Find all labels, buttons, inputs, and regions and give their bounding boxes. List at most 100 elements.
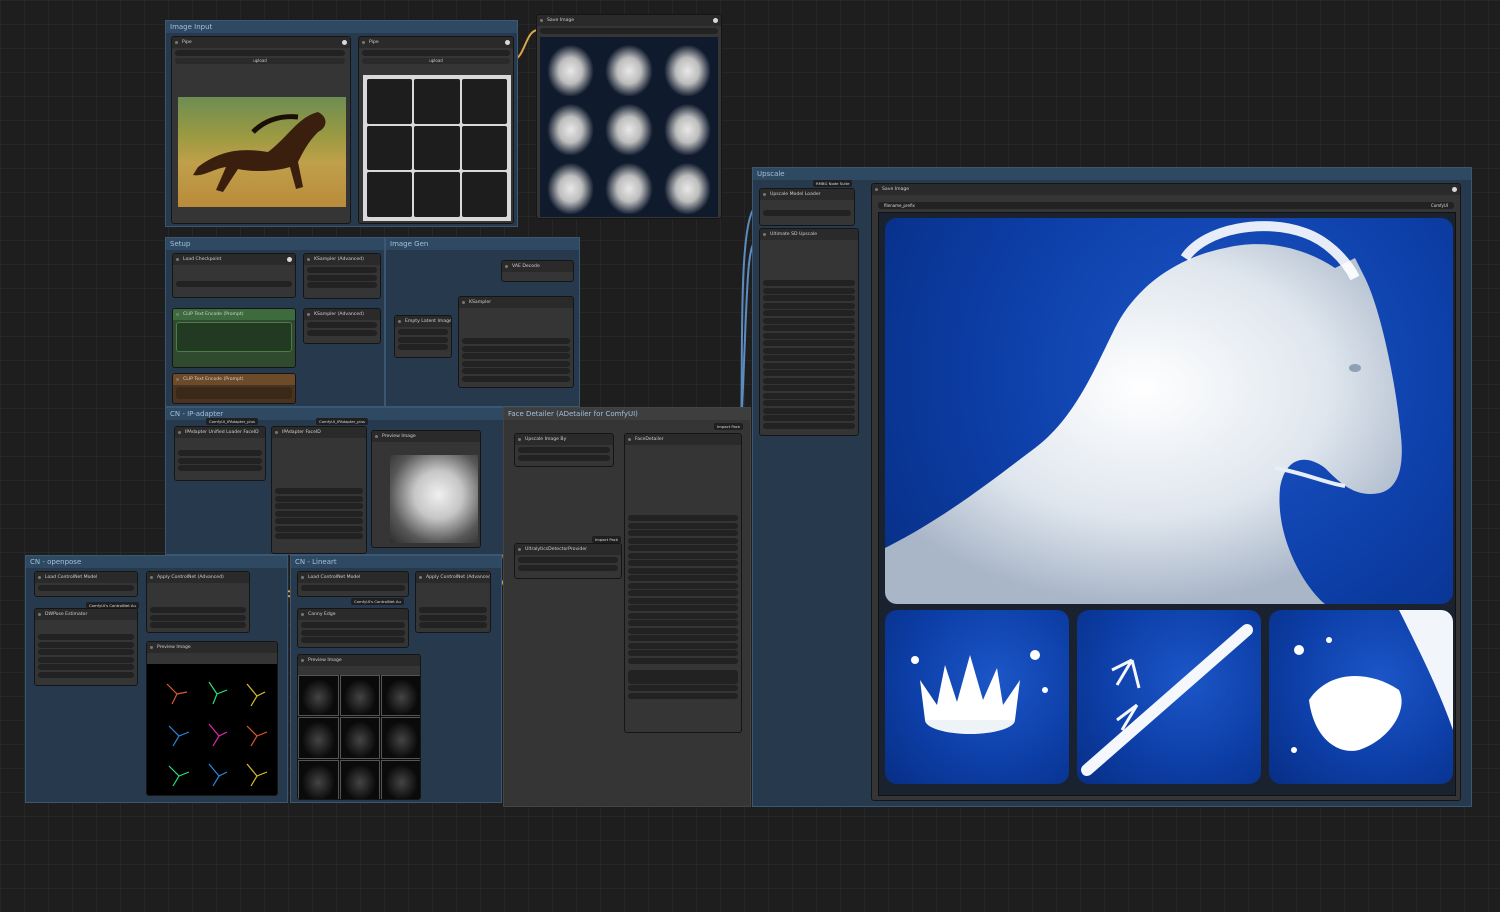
input-horse-photo: [178, 97, 346, 207]
node-title: KSampler (Advanced): [304, 309, 380, 320]
node-title: KSampler (Advanced): [304, 254, 380, 265]
group-cn-openpose[interactable]: CN - openpose Load ControlNet Model Comf…: [25, 555, 288, 803]
node-title: Pipe: [172, 37, 350, 48]
openpose-skeleton-grid: [147, 664, 277, 795]
node-title: IPAdapter Unified Loader FaceID: [175, 427, 265, 438]
upload-button[interactable]: upload: [175, 57, 345, 64]
node-title: Canny Edge: [298, 609, 408, 620]
node-title: IPAdapter FaceID: [272, 427, 366, 438]
image-select-field[interactable]: [362, 50, 510, 56]
node-pipe-sketch[interactable]: Pipe upload: [358, 36, 514, 224]
node-preview-ip[interactable]: Preview Image: [371, 430, 481, 548]
group-cn-lineart[interactable]: CN - Lineart Load ControlNet Model Comfy…: [290, 555, 502, 803]
node-title: Save Image: [872, 184, 1460, 195]
positive-prompt-textarea[interactable]: [176, 322, 292, 352]
upload-button[interactable]: upload: [362, 57, 510, 64]
rmbg-suite-label: RMBG Node Suite: [813, 180, 853, 187]
group-title: CN - openpose: [26, 556, 287, 568]
milk-crown-splash-image: [885, 610, 1069, 784]
node-title: Ultimate SD Upscale: [760, 229, 858, 240]
group-title: Face Detailer (ADetailer for ComfyUI): [504, 408, 750, 420]
node-preview-lineart[interactable]: Preview Image: [297, 654, 421, 800]
group-face-detailer[interactable]: Face Detailer (ADetailer for ComfyUI) Im…: [503, 407, 751, 807]
node-title: Preview Image: [372, 431, 480, 442]
node-apply-controlnet-la[interactable]: Apply ControlNet (Advanced): [415, 571, 491, 633]
node-title: Load Checkpoint: [173, 254, 295, 265]
node-face-detailer[interactable]: FaceDetailer: [624, 433, 742, 733]
negative-prompt-textarea[interactable]: [176, 387, 292, 399]
node-title: Load ControlNet Model: [35, 572, 137, 583]
group-title: CN - Lineart: [291, 556, 501, 568]
milk-splash-pour-image: [1269, 610, 1453, 784]
node-title: FaceDetailer: [625, 434, 741, 445]
controlnet-aux-label-2: ComfyUI's ControlNet Au: [351, 598, 404, 605]
impact-pack-label-2: Impact Pack: [592, 536, 622, 543]
node-dwpose[interactable]: DWPose Estimator: [34, 608, 138, 686]
node-apply-controlnet-op[interactable]: Apply ControlNet (Advanced): [146, 571, 250, 633]
node-ksampler[interactable]: KSampler: [458, 296, 574, 388]
node-load-controlnet-la[interactable]: Load ControlNet Model: [297, 571, 409, 597]
node-title: Load ControlNet Model: [298, 572, 408, 583]
ckpt-name-field[interactable]: [176, 281, 292, 287]
collapse-dot-icon[interactable]: [1452, 187, 1457, 192]
node-ksampler-adv-2[interactable]: KSampler (Advanced): [303, 308, 381, 344]
node-load-controlnet-op[interactable]: Load ControlNet Model: [34, 571, 138, 597]
output-preview-panel: [878, 212, 1456, 796]
collapse-dot-icon[interactable]: [505, 40, 510, 45]
node-upscale-image-by[interactable]: Upscale Image By: [514, 433, 614, 467]
group-image-input[interactable]: Image Input Pipe upload Pipe upload: [165, 20, 518, 227]
group-cn-ipadapter[interactable]: CN - IP-adapter IPAdapter Unified Loader…: [165, 407, 505, 555]
hero-milk-horse-image: [885, 218, 1453, 604]
node-preview-openpose[interactable]: Preview Image: [146, 641, 278, 796]
node-clip-negative[interactable]: CLIP Text Encode (Prompt): [172, 373, 296, 404]
node-load-checkpoint[interactable]: Load Checkpoint: [172, 253, 296, 298]
group-upscale[interactable]: Upscale RMBG Node Suite Upscale Model Lo…: [752, 167, 1472, 807]
node-ipadapter-faceid[interactable]: IPAdapter FaceID: [271, 426, 367, 554]
collapse-dot-icon[interactable]: [342, 40, 347, 45]
milk-bamboo-image: [1077, 610, 1261, 784]
node-save-image-top[interactable]: Save Image: [536, 14, 722, 219]
lineart-grid-image: [298, 675, 420, 799]
node-ultralytics[interactable]: UltralyticsDetectorProvider: [514, 543, 622, 579]
milk-horse-grid: [540, 37, 718, 217]
node-title: UltralyticsDetectorProvider: [515, 544, 621, 555]
node-title: Pipe: [359, 37, 513, 48]
node-save-image-final[interactable]: Save Image filename_prefix ComfyUI: [871, 183, 1461, 801]
node-title: Upscale Image By: [515, 434, 613, 445]
node-empty-latent[interactable]: Empty Latent Image: [394, 315, 452, 358]
node-title: Upscale Model Loader: [760, 189, 854, 200]
group-title: Setup: [166, 238, 384, 250]
node-title: VAE Decode: [502, 261, 573, 272]
node-title: KSampler: [459, 297, 573, 308]
node-ultimate-sd-upscale[interactable]: Ultimate SD Upscale: [759, 228, 859, 436]
ipadapter-pack-label-2: ComfyUI_IPAdapter_plus: [316, 418, 368, 425]
group-image-gen[interactable]: Image Gen VAE Decode KSampler Empty Late…: [385, 237, 580, 407]
node-vae-decode[interactable]: VAE Decode: [501, 260, 574, 282]
group-title: Upscale: [753, 168, 1471, 180]
collapse-dot-icon[interactable]: [287, 257, 292, 262]
node-title: Apply ControlNet (Advanced): [147, 572, 249, 583]
sketch-grid-image: [363, 75, 511, 221]
collapse-dot-icon[interactable]: [713, 18, 718, 23]
node-title: Preview Image: [298, 655, 420, 666]
filename-prefix-field[interactable]: filename_prefix ComfyUI: [878, 202, 1454, 209]
image-select-field[interactable]: [175, 50, 345, 56]
node-title: Save Image: [537, 15, 721, 26]
filename-field[interactable]: [540, 28, 718, 34]
node-canny-edge[interactable]: Canny Edge: [297, 608, 409, 648]
node-title: Apply ControlNet (Advanced): [416, 572, 490, 583]
ipadapter-pack-label: ComfyUI_IPAdapter_plus: [206, 418, 258, 425]
node-clip-positive[interactable]: CLIP Text Encode (Prompt): [172, 308, 296, 368]
node-title: DWPose Estimator: [35, 609, 137, 620]
node-title: Empty Latent Image: [395, 316, 451, 327]
node-title: CLIP Text Encode (Prompt): [173, 309, 295, 320]
node-ksampler-adv-1[interactable]: KSampler (Advanced): [303, 253, 381, 299]
group-title: Image Gen: [386, 238, 579, 250]
node-title: CLIP Text Encode (Prompt): [173, 374, 295, 385]
node-pipe-load[interactable]: Pipe upload: [171, 36, 351, 224]
group-setup[interactable]: Setup Load Checkpoint CLIP Text Encode (…: [165, 237, 385, 407]
node-ipadapter-loader[interactable]: IPAdapter Unified Loader FaceID: [174, 426, 266, 481]
node-upscale-model-loader[interactable]: Upscale Model Loader: [759, 188, 855, 226]
node-title: Preview Image: [147, 642, 277, 653]
preview-face-image: [390, 455, 478, 543]
